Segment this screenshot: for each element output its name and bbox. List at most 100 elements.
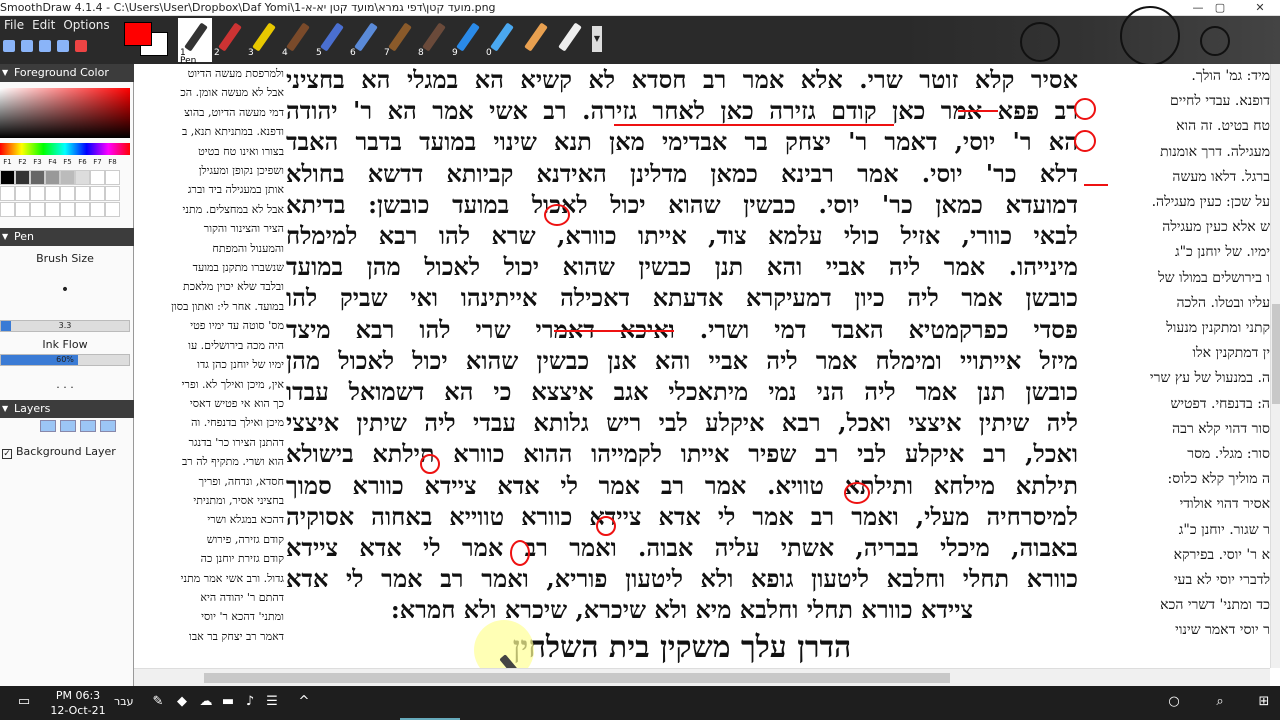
rashi-line: דהתם ר' יהודה היא	[200, 590, 284, 604]
layers-panel-header[interactable]: Layers	[0, 400, 134, 418]
brush-size-fill	[1, 321, 12, 331]
layer-down-icon[interactable]	[60, 420, 76, 432]
color-swatch[interactable]	[90, 186, 105, 201]
vertical-scrollbar[interactable]	[1270, 64, 1280, 668]
commentary-line: ר שגור. יוחנן כ"ג	[1178, 521, 1270, 538]
color-swatch[interactable]	[75, 186, 90, 201]
volume-icon[interactable]: ♪	[242, 694, 258, 710]
rashi-line: ושפיכן נקופן ומעגילן	[198, 164, 284, 178]
foreground-color-swatch[interactable]	[124, 22, 152, 46]
color-swatch[interactable]	[45, 186, 60, 201]
color-swatch[interactable]	[15, 202, 30, 217]
pen-tray-icon[interactable]: ✎	[150, 694, 166, 710]
close-button[interactable]: ✕	[1240, 0, 1280, 16]
color-swatch[interactable]	[105, 170, 120, 185]
color-swatch[interactable]	[60, 186, 75, 201]
color-swatch[interactable]	[60, 170, 75, 185]
color-swatch[interactable]	[45, 170, 60, 185]
ink-flow-slider[interactable]: 60%	[0, 354, 130, 366]
gemara-line: כובשן תנן אמר ליה הני נמי מיתאכלי אגב אי…	[286, 377, 1078, 407]
menu-edit[interactable]: Edit	[28, 16, 59, 34]
color-swatch[interactable]	[0, 202, 15, 217]
horizontal-scrollbar[interactable]	[134, 668, 1270, 686]
network-icon[interactable]: ☰	[264, 694, 280, 710]
more-options[interactable]: . . .	[0, 378, 130, 391]
brush-size-slider[interactable]: 3.3	[0, 320, 130, 332]
layer-properties-icon[interactable]	[100, 420, 116, 432]
cortana-icon[interactable]: ○	[1166, 694, 1182, 710]
brush-tool-button[interactable]: 0	[484, 18, 518, 62]
gemara-line: הא ר' יוסי, דאמר ר' יצחק בר אבדימי מאן ת…	[286, 127, 1078, 157]
color-swatch[interactable]	[30, 202, 45, 217]
vertical-scroll-thumb[interactable]	[1272, 304, 1280, 404]
color-swatch[interactable]	[75, 170, 90, 185]
new-layer-icon[interactable]	[80, 420, 96, 432]
pen-panel-header[interactable]: Pen	[0, 228, 134, 246]
commentary-line: טח בטיט. זה הוא	[1176, 118, 1270, 135]
tool-dropdown-icon[interactable]: ▼	[592, 26, 602, 52]
menu-file[interactable]: File	[0, 16, 28, 34]
color-swatch[interactable]	[45, 202, 60, 217]
dropbox-icon[interactable]: ◆	[174, 694, 190, 710]
chapter-end-heading: הדרן עלך משקין בית השלחין	[512, 630, 852, 665]
color-swatch[interactable]	[30, 186, 45, 201]
tray-chevron-icon[interactable]: ^	[296, 694, 312, 710]
taskbar-app-smoothdraw[interactable]	[400, 686, 460, 720]
color-swatch[interactable]	[60, 202, 75, 217]
foreground-color-header[interactable]: Foreground Color	[0, 64, 134, 82]
drive-icon[interactable]: ▬	[220, 694, 236, 710]
color-swatch[interactable]	[105, 186, 120, 201]
rashi-line: בצורו ואינו טח בטיט	[198, 144, 284, 158]
windows-start-icon[interactable]: ⊞	[1256, 694, 1272, 710]
brush-tool-button[interactable]: 8	[416, 18, 450, 62]
layer-name: Background Layer	[16, 445, 116, 458]
brush-tool-button[interactable]: 2	[212, 18, 246, 62]
drawing-canvas[interactable]: ולמרפסת מעשה הדיוט אבל לא מעשה אומן. הכ דמ…	[134, 64, 1270, 668]
brush-tool-button[interactable]: 7	[382, 18, 416, 62]
color-swatch[interactable]	[15, 170, 30, 185]
brush-tool-button[interactable]: 4	[280, 18, 314, 62]
layer-visible-checkbox[interactable]: ✓	[2, 449, 12, 459]
annotation-circle	[596, 516, 616, 536]
brush-tool-button[interactable]	[552, 18, 586, 62]
rashi-line: דמי מעשה הדיוט, בהוצ	[184, 105, 284, 119]
annotation-circle	[420, 454, 440, 474]
record-icon[interactable]	[75, 40, 87, 52]
layer-up-icon[interactable]	[40, 420, 56, 432]
color-swatch[interactable]	[0, 186, 15, 201]
color-swatch[interactable]	[30, 170, 45, 185]
save-icon[interactable]	[3, 40, 15, 52]
clock[interactable]: PM 06:3 12-Oct-21	[46, 688, 110, 718]
gemara-line: דלא כר' יוסי. אמר רבינא כמאן מדלינן האיד…	[286, 158, 1078, 188]
maximize-button[interactable]: ▢	[1200, 0, 1240, 16]
menu-options[interactable]: Options	[59, 16, 113, 34]
rashi-line: ולמרפסת מעשה הדיוט	[187, 67, 284, 80]
color-swatch[interactable]	[75, 202, 90, 217]
brush-tool-button[interactable]: 5	[314, 18, 348, 62]
color-picker-gradient[interactable]	[0, 88, 130, 138]
hue-slider[interactable]	[0, 143, 130, 155]
brush-tool-icon	[388, 22, 412, 52]
color-swatch[interactable]	[15, 186, 30, 201]
cloud-icon[interactable]: ☁	[198, 694, 214, 710]
fkey-label: F5	[63, 158, 72, 166]
search-icon[interactable]: ⌕	[1212, 694, 1228, 710]
language-indicator[interactable]: עבר	[114, 695, 133, 708]
color-swatch[interactable]	[0, 170, 15, 185]
gemara-line: ליה שיתין איצצי ואכל, רבא איקלע לבי ריש …	[286, 408, 1078, 438]
brush-tool-button[interactable]: 9	[450, 18, 484, 62]
brush-tool-button[interactable]: 6	[348, 18, 382, 62]
color-swatch[interactable]	[90, 202, 105, 217]
notification-icon[interactable]: ▭	[16, 694, 32, 710]
page-icon[interactable]	[57, 40, 69, 52]
redo-icon[interactable]	[39, 40, 51, 52]
layer-row-background[interactable]: ✓ Background Layer	[0, 444, 132, 462]
undo-icon[interactable]	[21, 40, 33, 52]
brush-tool-button[interactable]: 1 Pen	[178, 18, 212, 66]
color-swatch[interactable]	[90, 170, 105, 185]
horizontal-scroll-thumb[interactable]	[204, 673, 950, 683]
brush-tool-button[interactable]	[518, 18, 552, 62]
brush-tool-button[interactable]: 3	[246, 18, 280, 62]
color-swatch[interactable]	[105, 202, 120, 217]
taskbar: ▭ PM 06:3 12-Oct-21 עבר ✎ ◆ ☁ ▬ ♪ ☰ ^ ○ …	[0, 686, 1280, 720]
